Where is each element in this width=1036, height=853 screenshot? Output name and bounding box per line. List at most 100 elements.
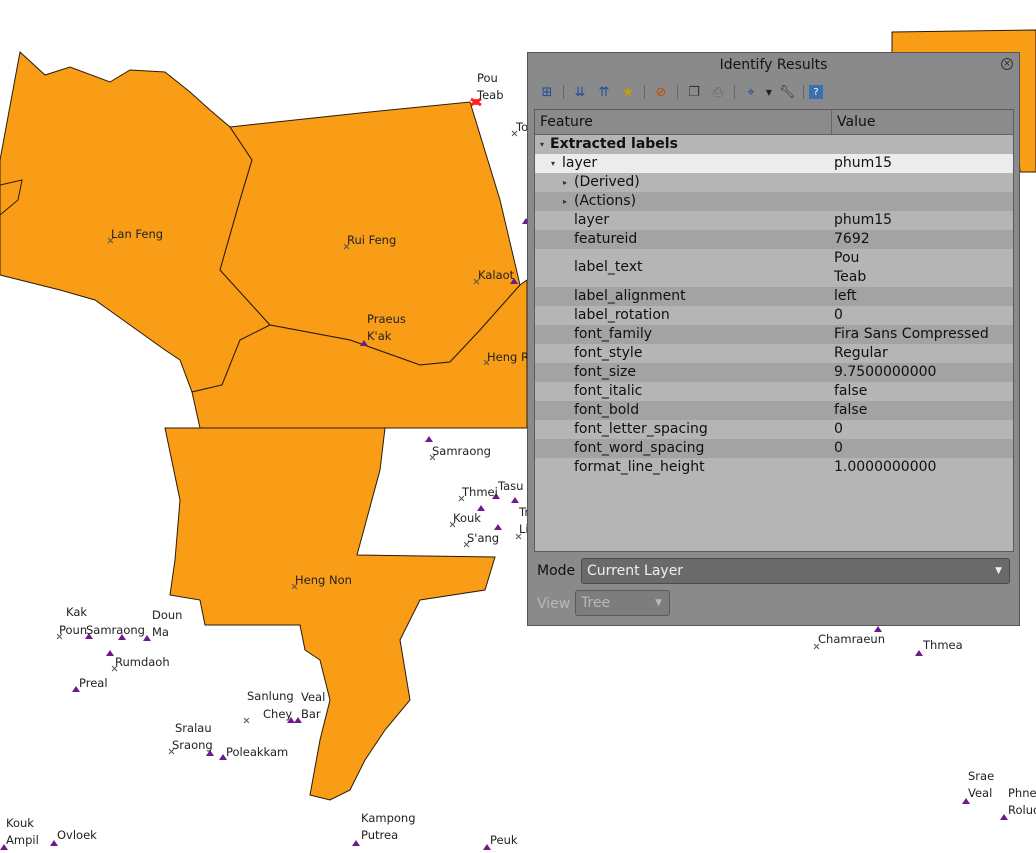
map-label: Kampong [361, 811, 416, 825]
identify-results-panel: Identify Results × ⊞ ⇊ ⇈ ★ ⊘ ❐ ⎙ ⌖ ▼ 🔧︎ … [527, 52, 1020, 626]
attribute-row[interactable]: featureid 7692 [535, 230, 1013, 249]
chevron-down-icon: ▼ [995, 566, 1002, 576]
map-label: Pou [477, 71, 498, 85]
attribute-row[interactable]: font_style Regular [535, 344, 1013, 363]
attribute-row[interactable]: font_family Fira Sans Compressed [535, 325, 1013, 344]
identify-toolbar: ⊞ ⇊ ⇈ ★ ⊘ ❐ ⎙ ⌖ ▼ 🔧︎ ? [536, 81, 823, 103]
toolbar-separator [644, 85, 645, 99]
map-label: Sanlung [247, 689, 294, 703]
attribute-row[interactable]: label_alignment left [535, 287, 1013, 306]
attribute-name: layer [574, 212, 610, 228]
mode-select[interactable]: Current Layer ▼ [581, 558, 1010, 584]
map-label: Chey [263, 707, 292, 721]
toolbar-separator [563, 85, 564, 99]
attribute-row[interactable]: label_text Pou Teab [535, 249, 1013, 287]
close-icon[interactable]: × [1001, 58, 1013, 70]
derived-label: (Derived) [574, 174, 640, 190]
map-label: Bar [301, 707, 321, 721]
expand-all-icon[interactable]: ⊞ [536, 82, 558, 102]
attribute-row[interactable]: font_italic false [535, 382, 1013, 401]
attribute-name: font_word_spacing [574, 440, 705, 456]
settings-wrench-icon[interactable]: 🔧︎ [776, 82, 798, 102]
attribute-value: false [834, 402, 868, 418]
clear-results-icon[interactable]: ⊘ [650, 82, 672, 102]
map-label: Ovloek [57, 828, 97, 842]
tree-row-derived[interactable]: ▸ (Derived) [535, 173, 1013, 192]
map-label: S'ang [467, 531, 499, 545]
attribute-value: left [834, 288, 857, 304]
map-label: Preal [79, 676, 108, 690]
copy-feature-icon[interactable]: ❐ [683, 82, 705, 102]
print-icon[interactable]: ⎙ [707, 82, 729, 102]
map-label: Samraong [86, 623, 145, 637]
district-polygon-heng-non [164, 427, 496, 801]
attribute-row[interactable]: format_line_height 1.0000000000 [535, 458, 1013, 477]
expand-tree-icon[interactable]: ⇊ [569, 82, 591, 102]
attribute-value: Pou [834, 250, 860, 266]
attribute-value: phum15 [834, 212, 893, 228]
map-label: Heng Non [295, 573, 352, 587]
map-label: Thmea [922, 638, 963, 652]
toolbar-separator [803, 85, 804, 99]
column-header-value[interactable]: Value [832, 110, 1013, 134]
attribute-row[interactable]: font_bold false [535, 401, 1013, 420]
view-label: View [537, 596, 571, 612]
attribute-row[interactable]: font_size 9.7500000000 [535, 363, 1013, 382]
identify-mode-icon[interactable]: ⌖ [740, 82, 762, 102]
help-icon[interactable]: ? [809, 85, 823, 99]
tree-row-actions[interactable]: ▸ (Actions) [535, 192, 1013, 211]
mode-label: Mode [537, 563, 576, 579]
map-label: Ma [152, 625, 169, 639]
map-label: Thmei [461, 485, 498, 499]
map-label: Kak [66, 605, 87, 619]
tree-row-group[interactable]: ▾ Extracted labels [535, 135, 1013, 154]
attribute-row[interactable]: layer phum15 [535, 211, 1013, 230]
select-feature-icon[interactable]: ★ [617, 82, 639, 102]
attribute-name: font_size [574, 364, 637, 380]
attribute-value: Teab [834, 269, 867, 285]
results-tree[interactable]: Feature Value ▾ Extracted labels ▾ layer… [534, 109, 1014, 552]
attribute-value: 9.7500000000 [834, 364, 937, 380]
attribute-row[interactable]: font_letter_spacing 0 [535, 420, 1013, 439]
actions-label: (Actions) [574, 193, 637, 209]
attribute-row[interactable]: font_word_spacing 0 [535, 439, 1013, 458]
layer-label: layer [562, 155, 598, 171]
district-polygon-lan-feng [0, 51, 271, 393]
attribute-row[interactable]: label_rotation 0 [535, 306, 1013, 325]
attribute-name: font_bold [574, 402, 640, 418]
attribute-name: featureid [574, 231, 638, 247]
map-label: Rumdaoh [115, 655, 170, 669]
collapse-arrow-icon[interactable]: ▾ [540, 135, 544, 154]
map-label: Tasu [497, 479, 523, 493]
attribute-name: font_letter_spacing [574, 421, 708, 437]
mode-select-value: Current Layer [587, 563, 684, 579]
map-label: Samraong [432, 444, 491, 458]
map-label: Sraong [172, 738, 213, 752]
attribute-value: 0 [834, 421, 843, 437]
map-label: Veal [968, 786, 992, 800]
attribute-value: 0 [834, 307, 843, 323]
collapse-tree-icon[interactable]: ⇈ [593, 82, 615, 102]
collapse-arrow-icon[interactable]: ▾ [551, 154, 555, 173]
layer-value: phum15 [834, 155, 893, 171]
chevron-down-icon: ▼ [655, 598, 662, 608]
attribute-value: false [834, 383, 868, 399]
map-label: K'ak [367, 329, 392, 343]
expand-arrow-icon[interactable]: ▸ [563, 173, 567, 192]
attribute-name: format_line_height [574, 459, 705, 475]
expand-arrow-icon[interactable]: ▸ [563, 192, 567, 211]
attribute-value: 0 [834, 440, 843, 456]
attribute-name: label_alignment [574, 288, 686, 304]
panel-title: Identify Results [719, 57, 828, 73]
map-label: Peuk [490, 833, 518, 847]
attribute-value: Fira Sans Compressed [834, 326, 989, 342]
chevron-down-icon[interactable]: ▼ [764, 88, 774, 97]
attribute-value: 1.0000000000 [834, 459, 937, 475]
map-label: Ampil [6, 833, 39, 847]
map-label: Poleakkam [226, 745, 288, 759]
map-label: Lan Feng [111, 227, 163, 241]
column-header-feature[interactable]: Feature [535, 110, 832, 134]
map-label: Doun [152, 608, 182, 622]
toolbar-separator [734, 85, 735, 99]
tree-row-layer[interactable]: ▾ layer phum15 [535, 154, 1013, 173]
